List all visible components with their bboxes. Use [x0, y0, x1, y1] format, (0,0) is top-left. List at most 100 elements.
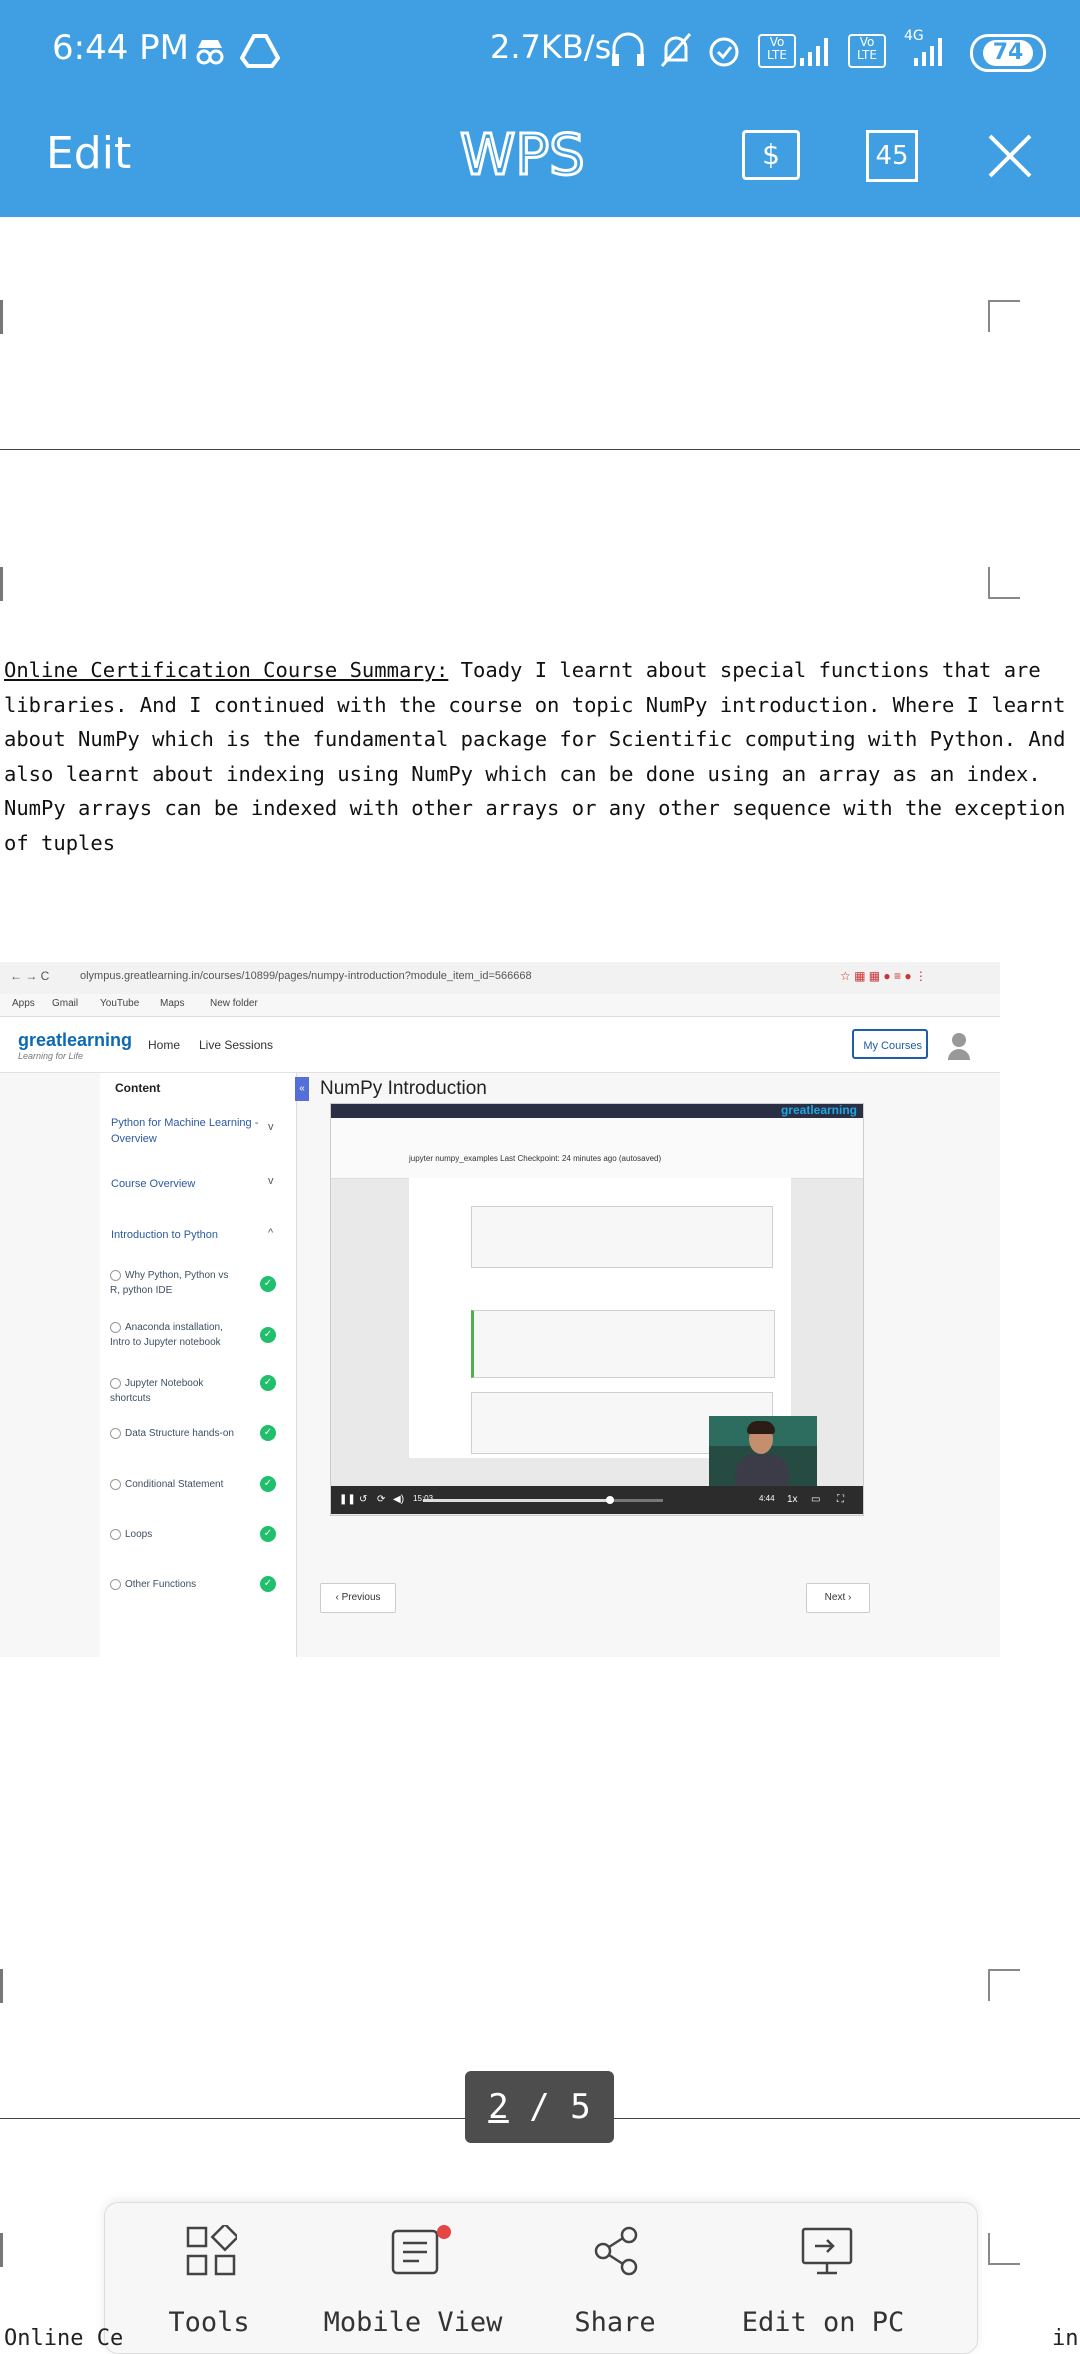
notification-dot: [437, 2225, 451, 2239]
edit-on-pc-label: Edit on PC: [741, 2307, 905, 2338]
page-margin-mark: [0, 2233, 3, 2267]
page-margin-mark: [0, 567, 3, 601]
lesson-item: Anaconda installation, Intro to Jupyter …: [110, 1321, 223, 1348]
mobile-view-button[interactable]: Mobile View: [313, 2203, 513, 2353]
video-progress-knob: [606, 1496, 615, 1504]
tools-label: Tools: [168, 2307, 250, 2338]
bookmark-maps: Maps: [160, 998, 185, 1009]
lesson-item: Why Python, Python vs R, python IDE: [110, 1269, 229, 1296]
lesson-item: Loops: [110, 1527, 240, 1542]
page-margin-mark: [988, 2233, 1020, 2265]
summary-text: Toady I learnt about special functions t…: [4, 658, 1066, 855]
app-bar: Edit WPS $ 45: [0, 110, 1080, 210]
video-browser-tabs: greatlearning: [331, 1103, 863, 1118]
page-count-button[interactable]: 45: [866, 130, 918, 182]
premium-button[interactable]: $: [742, 130, 800, 180]
video-player: greatlearning jupyter numpy_examples Las…: [330, 1103, 864, 1516]
chevron-up-icon: ^: [268, 1227, 274, 1239]
edit-button[interactable]: Edit: [46, 128, 131, 179]
complete-check-icon: ✓: [260, 1327, 276, 1343]
complete-check-icon: ✓: [260, 1576, 276, 1592]
notebook-toolbar: jupyter numpy_examples Last Checkpoint: …: [331, 1118, 863, 1179]
signal-icon-2: [914, 38, 942, 66]
complete-check-icon: ✓: [260, 1425, 276, 1441]
cutoff-text-right: in: [1052, 2326, 1079, 2351]
avatar-icon: [948, 1033, 970, 1060]
embedded-screenshot: ← → C olympus.greatlearning.in/courses/1…: [0, 962, 1000, 1657]
edit-on-pc-button[interactable]: Edit on PC: [723, 2203, 923, 2353]
page-margin-mark: [988, 567, 1020, 599]
mute-bell-icon: [660, 33, 692, 67]
tools-icon: [186, 2225, 237, 2276]
course-sidebar: Content Python for Machine Learning - Ov…: [100, 1073, 297, 1657]
nav-live-sessions: Live Sessions: [199, 1038, 274, 1052]
notebook-title: jupyter numpy_examples Last Checkpoint: …: [409, 1154, 662, 1163]
rewind-icon: ↺: [359, 1494, 368, 1505]
share-icon: [594, 2226, 638, 2276]
my-courses-button: My Courses: [852, 1029, 928, 1059]
status-bar: 6:44 PM 2.7KB/s Vo LTE Vo LTE 4G 74: [0, 0, 1080, 100]
complete-check-icon: ✓: [260, 1375, 276, 1391]
sidebar-section-course-overview: Course Overview: [111, 1178, 196, 1190]
bookmark-new-folder: New folder: [210, 998, 258, 1009]
course-summary-paragraph: Online Certification Course Summary: Toa…: [4, 653, 1074, 860]
headset-icon: [612, 32, 644, 66]
bookmark-gmail: Gmail: [52, 998, 79, 1009]
playback-speed: 1x: [787, 1494, 798, 1505]
back-forward-icon: ← → C: [10, 969, 50, 983]
fullscreen-icon: ⛶: [837, 1494, 844, 1505]
monitor-icon: [801, 2227, 853, 2275]
chevron-down-icon: v: [268, 1121, 274, 1133]
sidebar-heading: Content: [115, 1081, 161, 1095]
page-margin-mark: [0, 300, 3, 334]
lesson-item: Conditional Statement: [110, 1477, 240, 1492]
code-cell: [471, 1206, 773, 1268]
complete-check-icon: ✓: [260, 1276, 276, 1292]
page-margin-mark: [988, 1969, 1020, 2001]
mobile-view-label: Mobile View: [323, 2307, 503, 2338]
wps-logo-text: WPS: [460, 123, 585, 188]
page-margin-mark: [0, 1969, 3, 2003]
settings-icon: ▭: [811, 1494, 821, 1505]
browser-url: olympus.greatlearning.in/courses/10899/p…: [80, 970, 532, 982]
volume-icon: ◀): [393, 1494, 405, 1505]
wps-logo: WPS: [460, 122, 586, 188]
video-controls: ❚❚ ↺ ⟳ ◀) 15:03 4:44 1x ▭ ⛶: [331, 1486, 863, 1514]
network-speed: 2.7KB/s: [490, 28, 612, 66]
sidebar-section-overview: Python for Machine Learning - Overview: [111, 1117, 259, 1145]
dollar-icon: $: [762, 138, 780, 171]
video-brand: greatlearning: [780, 1103, 857, 1117]
lesson-item: Other Functions: [110, 1577, 240, 1592]
next-button: Next ›: [806, 1583, 870, 1613]
share-button[interactable]: Share: [515, 2203, 715, 2353]
signal-icon: [800, 38, 828, 66]
bookmarks-bar: Apps Gmail YouTube Maps New folder: [0, 994, 1000, 1017]
battery-level: 74: [982, 40, 1034, 66]
lesson-item: Jupyter Notebook shortcuts: [110, 1377, 204, 1404]
previous-button: ‹ Previous: [320, 1583, 396, 1613]
presenter-video-thumbnail: [709, 1416, 817, 1486]
site-body: Content Python for Machine Learning - Ov…: [0, 1073, 1000, 1657]
cutoff-text-left: Online Ce: [4, 2326, 124, 2351]
tools-button[interactable]: Tools: [109, 2203, 309, 2353]
pause-icon: ❚❚: [339, 1494, 356, 1505]
top-bar: 6:44 PM 2.7KB/s Vo LTE Vo LTE 4G 74 Edit: [0, 0, 1080, 217]
close-icon[interactable]: [986, 132, 1034, 180]
chevron-down-icon: v: [268, 1175, 274, 1187]
document-canvas[interactable]: Online Certification Course Summary: Toa…: [0, 217, 1080, 2340]
bookmark-apps: Apps: [12, 998, 35, 1009]
code-cell-active: [471, 1310, 775, 1378]
video-progress-fill: [423, 1499, 611, 1502]
page-divider: [0, 449, 1080, 450]
page-count-badge: 45: [875, 141, 909, 171]
page-margin-mark: [988, 300, 1020, 332]
drive-icon: [240, 34, 280, 68]
sidebar-section-intro-python: Introduction to Python: [111, 1229, 219, 1241]
complete-check-icon: ✓: [260, 1476, 276, 1492]
bottom-toolbar: Tools Mobile View Share Edit on PC: [104, 2202, 978, 2354]
volte-badge-1: Vo LTE: [758, 34, 796, 68]
time-remaining: 4:44: [759, 1494, 775, 1503]
share-label: Share: [574, 2307, 656, 2338]
collapse-sidebar-icon: «: [295, 1077, 309, 1101]
incognito-icon: [196, 40, 224, 65]
